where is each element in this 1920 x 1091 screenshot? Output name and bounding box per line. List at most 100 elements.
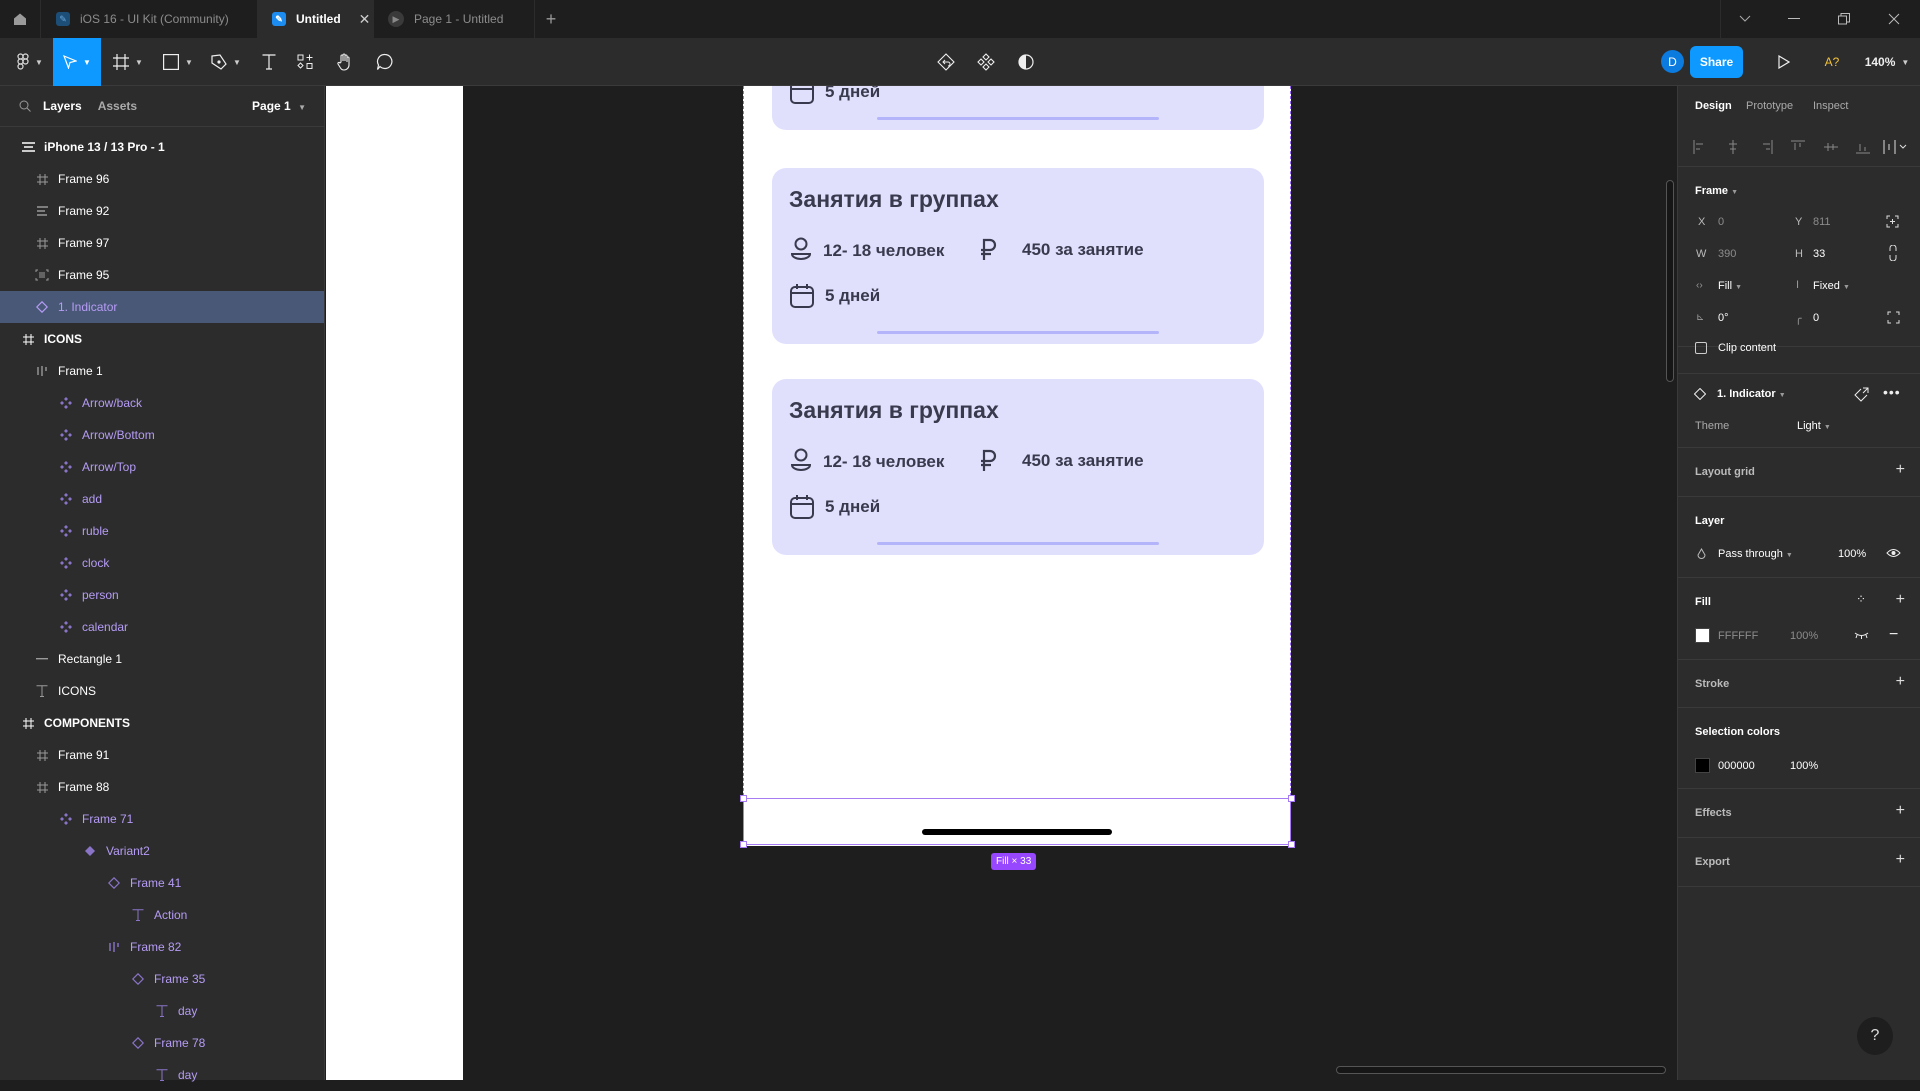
home-button[interactable] [0,0,41,38]
pen-tool[interactable]: ▼ [206,38,246,86]
tab-prototype[interactable]: Prototype [1746,100,1793,112]
layer-row[interactable]: iPhone 13 / 13 Pro - 1 [0,131,324,163]
layer-row[interactable]: Frame 88 [0,771,324,803]
tab-inspect[interactable]: Inspect [1813,100,1848,112]
present-button[interactable] [1770,38,1798,86]
constrain-proportions-icon[interactable] [1889,245,1897,261]
vertical-scrollbar[interactable] [1666,180,1674,382]
layer-row[interactable]: Frame 97 [0,227,324,259]
layer-row[interactable]: ICONS [0,675,324,707]
add-stroke-button[interactable]: + [1896,673,1905,691]
restore-button[interactable] [1820,0,1868,38]
selection-opacity-input[interactable]: 100% [1790,760,1818,772]
corner-radius-input[interactable]: 0 [1813,312,1819,324]
layer-row[interactable]: Frame 95 [0,259,324,291]
tabs-dropdown-button[interactable] [1720,0,1768,38]
course-card-partial[interactable]: 5 дней [772,86,1264,130]
hand-tool[interactable] [330,38,360,86]
align-top-icon[interactable] [1791,140,1805,154]
layer-row[interactable]: Rectangle 1 [0,643,324,675]
user-avatar[interactable]: D [1661,50,1684,73]
main-menu-button[interactable]: ▼ [10,38,50,86]
help-button[interactable]: ? [1857,1017,1893,1055]
home-indicator-frame[interactable] [743,798,1291,845]
fill-hex-input[interactable]: FFFFFF [1718,630,1758,642]
move-tool[interactable]: ▼ [53,38,101,86]
add-effect-button[interactable]: + [1896,802,1905,820]
h-input[interactable]: 33 [1813,248,1825,260]
w-input[interactable]: 390 [1718,248,1736,260]
layer-row[interactable]: Arrow/Top [0,451,324,483]
layer-row[interactable]: 1. Indicator [0,291,324,323]
share-button[interactable]: Share [1690,46,1743,78]
hidden-eye-icon[interactable] [1854,631,1869,639]
independent-corners-icon[interactable] [1887,311,1900,324]
go-to-main-component-icon[interactable] [1854,386,1870,402]
search-icon[interactable] [19,100,31,112]
tab-untitled[interactable]: ✎ Untitled ✕ [258,0,374,38]
frame-dropdown[interactable]: Frame ▼ [1695,185,1738,197]
layer-row[interactable]: calendar [0,611,324,643]
layer-row[interactable]: Frame 78 [0,1027,324,1059]
layer-row[interactable]: day [0,995,324,1027]
canvas[interactable]: 5 дней Занятия в группах 12- 18 человек 45… [325,86,1677,1080]
iphone-frame[interactable]: 5 дней Занятия в группах 12- 18 человек 45… [743,86,1291,846]
comment-tool[interactable] [370,38,400,86]
resize-handle-bottom-right[interactable] [1288,841,1295,848]
font-missing-button[interactable]: A? [1818,38,1846,86]
absolute-position-icon[interactable] [1886,215,1899,228]
new-tab-button[interactable]: + [535,0,567,38]
remove-fill-button[interactable]: − [1889,626,1898,644]
layer-row[interactable]: day [0,1059,324,1091]
y-input[interactable]: 811 [1813,216,1831,228]
layer-row[interactable]: ruble [0,515,324,547]
layer-row[interactable]: Frame 82 [0,931,324,963]
tab-layers[interactable]: Layers [43,99,82,113]
blend-mode-dropdown[interactable]: Pass through ▼ [1718,548,1793,560]
layer-row[interactable]: Action [0,899,324,931]
resize-handle-bottom-left[interactable] [740,841,747,848]
eye-icon[interactable] [1886,548,1901,558]
course-card[interactable]: Занятия в группах 12- 18 человек 450 за за… [772,379,1264,555]
tab-design[interactable]: Design [1695,100,1732,112]
add-layout-grid-button[interactable]: + [1896,461,1905,479]
style-grid-icon[interactable]: ⁘ [1856,592,1866,606]
minimize-button[interactable] [1770,0,1818,38]
layer-row[interactable]: Arrow/back [0,387,324,419]
layer-row[interactable]: COMPONENTS [0,707,324,739]
layer-row[interactable]: person [0,579,324,611]
frame-tool[interactable]: ▼ [108,38,148,86]
more-options-icon[interactable]: ••• [1883,384,1901,400]
component-name-dropdown[interactable]: 1. Indicator ▼ [1717,388,1786,400]
zoom-dropdown[interactable]: 140% ▼ [1862,38,1912,86]
theme-dropdown[interactable]: Light ▼ [1797,420,1831,432]
text-tool[interactable] [254,38,284,86]
align-horizontal-center-icon[interactable] [1726,140,1740,154]
vertical-resizing-dropdown[interactable]: Fixed ▼ [1813,280,1850,292]
add-export-button[interactable]: + [1896,851,1905,869]
clip-content-checkbox[interactable] [1695,342,1707,354]
resources-tool[interactable] [290,38,320,86]
resize-handle-top-right[interactable] [1288,795,1295,802]
distribute-icon[interactable] [1883,140,1907,154]
tab-ios-ui-kit[interactable]: ✎ iOS 16 - UI Kit (Community) [41,0,258,38]
fill-color-swatch[interactable] [1695,628,1710,643]
close-window-button[interactable] [1870,0,1918,38]
horizontal-resizing-dropdown[interactable]: Fill ▼ [1718,280,1742,292]
layer-row[interactable]: clock [0,547,324,579]
layer-row[interactable]: Frame 41 [0,867,324,899]
page-selector[interactable]: Page 1 ▼ [252,99,306,113]
shape-tool[interactable]: ▼ [158,38,198,86]
layer-row[interactable]: Variant2 [0,835,324,867]
component-button[interactable] [970,38,1002,86]
layer-row[interactable]: Frame 71 [0,803,324,835]
align-left-icon[interactable] [1693,140,1707,154]
layer-row[interactable]: Frame 96 [0,163,324,195]
x-input[interactable]: 0 [1718,216,1724,228]
adjacent-frame[interactable] [326,86,463,1080]
layer-row[interactable]: Arrow/Bottom [0,419,324,451]
tab-prototype-page[interactable]: ▶ Page 1 - Untitled [374,0,535,38]
layer-opacity-input[interactable]: 100% [1838,548,1866,560]
horizontal-scrollbar[interactable] [1336,1066,1666,1074]
layer-row[interactable]: Frame 35 [0,963,324,995]
